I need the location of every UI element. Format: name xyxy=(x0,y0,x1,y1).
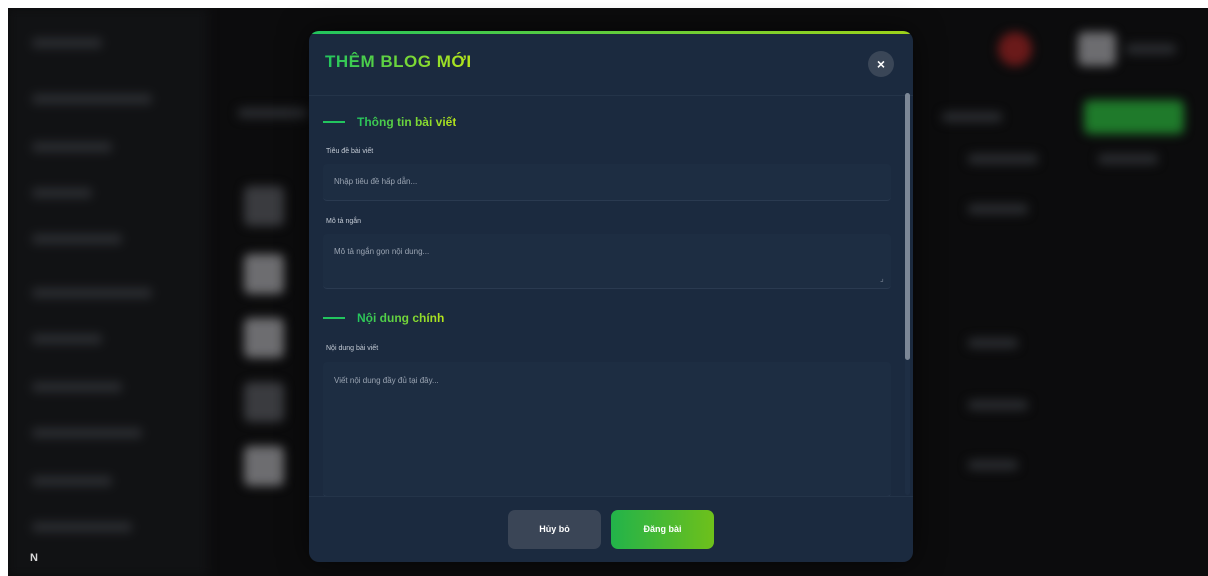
summary-textarea[interactable]: Mô tả ngắn gọn nội dung... ⌟ xyxy=(323,234,891,289)
background-thumbnail xyxy=(244,186,284,226)
background-line xyxy=(32,428,142,438)
background-line xyxy=(32,288,152,298)
title-input[interactable]: Nhập tiêu đề hấp dẫn... xyxy=(323,164,891,201)
background-line xyxy=(968,204,1028,214)
background-line xyxy=(1098,154,1158,164)
section-main-content: Nội dung chính xyxy=(323,310,444,326)
summary-textarea-placeholder: Mô tả ngắn gọn nội dung... xyxy=(334,247,430,256)
background-line xyxy=(32,234,122,244)
background-line xyxy=(968,338,1018,348)
background-line xyxy=(32,142,112,152)
background-line xyxy=(1126,44,1176,54)
background-line xyxy=(32,188,92,198)
background-avatar xyxy=(1078,32,1116,66)
background-line xyxy=(32,476,112,486)
background-line xyxy=(32,38,102,48)
modal-form-area: Thông tin bài viết Tiêu đề bài viết Nhập… xyxy=(309,96,913,497)
title-field-label: Tiêu đề bài viết xyxy=(326,148,374,155)
background-thumbnail xyxy=(244,446,284,486)
content-field-label: Nội dung bài viết xyxy=(326,345,379,352)
background-line xyxy=(238,108,308,118)
modal-accent-bar xyxy=(309,31,913,34)
background-line xyxy=(968,460,1018,470)
resize-handle-icon[interactable]: ⌟ xyxy=(880,274,884,283)
section-title: Nội dung chính xyxy=(357,311,445,325)
content-textarea[interactable]: Viết nội dung đầy đủ tại đây... xyxy=(323,362,891,497)
close-icon: × xyxy=(876,56,886,72)
section-dash xyxy=(323,121,345,123)
background-thumbnail xyxy=(244,254,284,294)
background-line xyxy=(32,94,152,104)
corner-logo: N xyxy=(30,552,38,564)
close-button[interactable]: × xyxy=(868,51,894,77)
section-dash xyxy=(323,317,345,319)
background-red-avatar xyxy=(998,32,1032,66)
modal-title: THÊM BLOG MỚI xyxy=(325,52,472,71)
background-line xyxy=(32,522,132,532)
cancel-button[interactable]: Hủy bỏ xyxy=(508,510,601,549)
publish-button[interactable]: Đăng bài xyxy=(611,510,714,549)
background-line xyxy=(32,334,102,344)
background-line xyxy=(942,112,1002,122)
content-textarea-placeholder: Viết nội dung đầy đủ tại đây... xyxy=(334,376,439,385)
background-thumbnail xyxy=(244,382,284,422)
background-line xyxy=(32,382,122,392)
section-post-info: Thông tin bài viết xyxy=(323,114,456,130)
scrollbar-thumb[interactable] xyxy=(905,93,910,360)
background-line xyxy=(968,400,1028,410)
background-line xyxy=(968,154,1038,164)
add-blog-modal: THÊM BLOG MỚI × Thông tin bài viết Tiêu … xyxy=(309,31,913,562)
background-green-button xyxy=(1084,100,1184,134)
section-title: Thông tin bài viết xyxy=(357,115,457,129)
summary-field-label: Mô tả ngắn xyxy=(326,218,362,225)
background-thumbnail xyxy=(244,318,284,358)
title-input-placeholder: Nhập tiêu đề hấp dẫn... xyxy=(334,177,418,186)
footer-divider xyxy=(309,496,913,497)
